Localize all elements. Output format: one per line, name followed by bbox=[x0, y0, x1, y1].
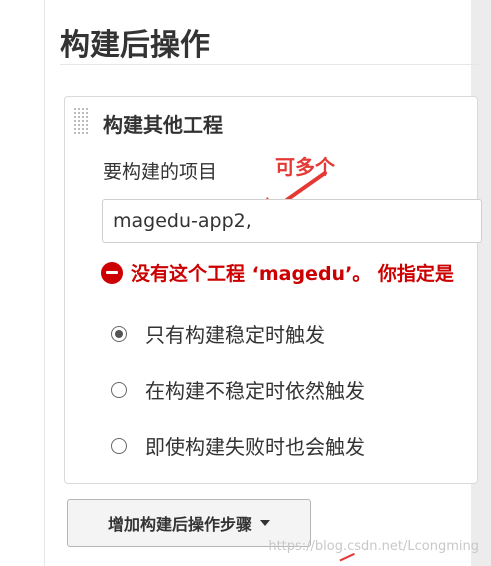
annotation-mark bbox=[339, 552, 357, 566]
build-other-projects-panel: 构建其他工程 要构建的项目 可多个 没有这个工程 ‘magedu’。 你指定是 … bbox=[64, 96, 482, 484]
caret-down-icon bbox=[260, 520, 270, 526]
error-text: 没有这个工程 ‘magedu’。 你指定是 bbox=[131, 263, 454, 285]
projects-field-label: 要构建的项目 bbox=[103, 161, 218, 183]
option-unstable-label: 在构建不稳定时依然触发 bbox=[145, 379, 365, 403]
option-stable-label: 只有构建稳定时触发 bbox=[145, 323, 325, 347]
radio-stable[interactable] bbox=[111, 325, 127, 342]
drag-handle-icon[interactable] bbox=[73, 107, 89, 135]
radio-unstable[interactable] bbox=[111, 381, 127, 398]
error-icon bbox=[101, 261, 123, 284]
projects-input[interactable] bbox=[102, 199, 482, 243]
watermark: https://blog.csdn.net/Lcongming bbox=[268, 539, 479, 554]
section-divider bbox=[60, 64, 480, 65]
option-failed[interactable]: 即使构建失败时也会触发 bbox=[111, 431, 365, 460]
panel-title: 构建其他工程 bbox=[103, 113, 223, 137]
section-title: 构建后操作 bbox=[60, 28, 210, 63]
add-post-build-step-label: 增加构建后操作步骤 bbox=[107, 515, 252, 534]
option-unstable[interactable]: 在构建不稳定时依然触发 bbox=[111, 375, 365, 404]
left-sidebar-edge bbox=[0, 0, 45, 566]
option-stable[interactable]: 只有构建稳定时触发 bbox=[111, 319, 325, 348]
option-failed-label: 即使构建失败时也会触发 bbox=[145, 435, 365, 459]
radio-failed[interactable] bbox=[111, 437, 127, 454]
error-message: 没有这个工程 ‘magedu’。 你指定是 bbox=[101, 259, 454, 286]
